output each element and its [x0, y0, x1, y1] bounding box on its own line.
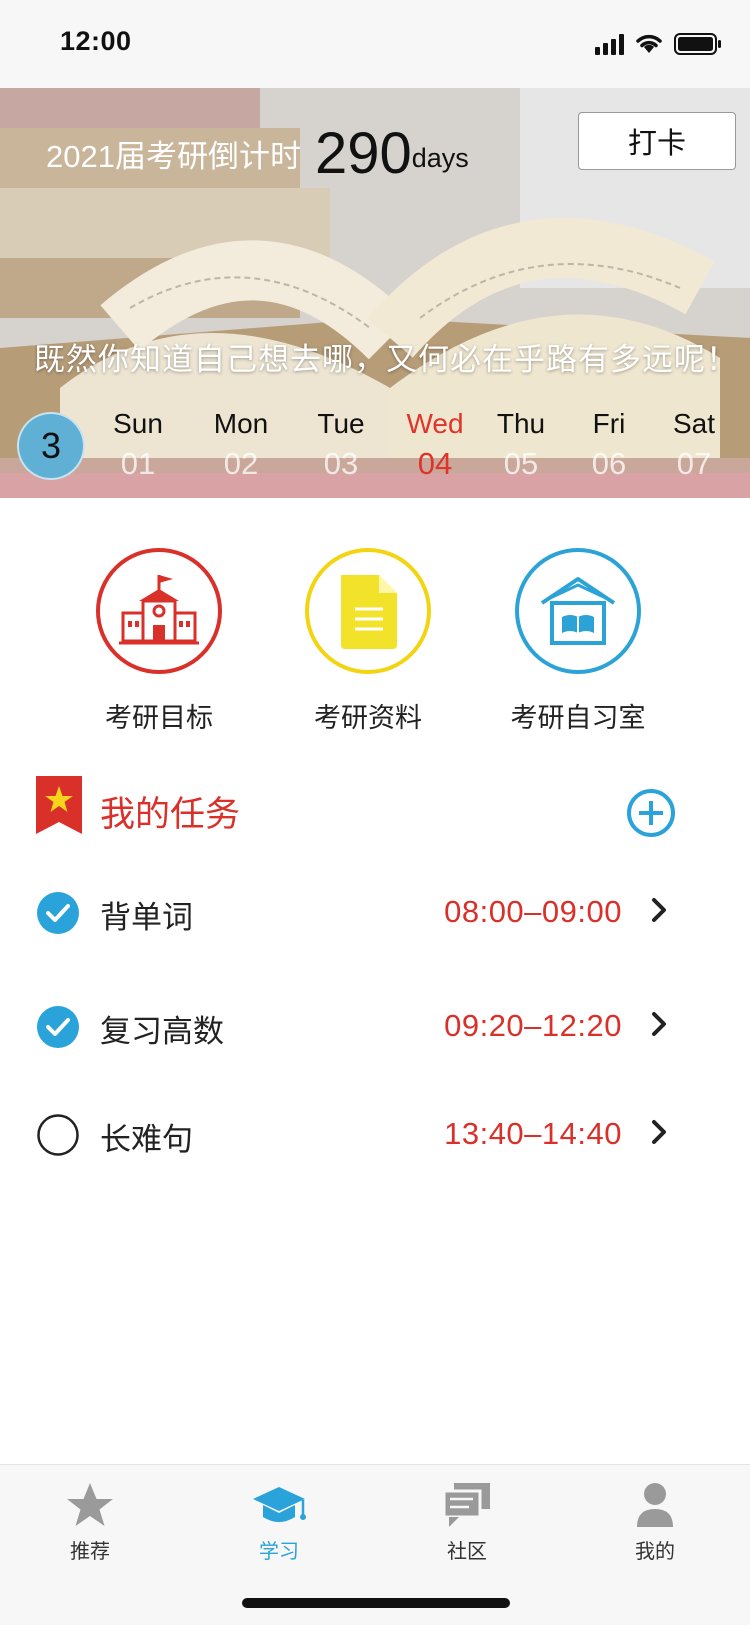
checked-icon[interactable] [37, 1006, 79, 1048]
cellular-signal-icon [595, 33, 624, 55]
home-indicator[interactable] [242, 1598, 510, 1608]
wifi-icon [636, 34, 662, 53]
week-number-badge: 3 [17, 412, 85, 480]
day-name: Fri [592, 408, 626, 439]
day-date: 03 [323, 446, 359, 481]
feature-materials[interactable]: 考研资料 [268, 548, 468, 735]
graduation-cap-icon [253, 1487, 306, 1522]
day-date: 07 [676, 446, 712, 481]
tab-recommend[interactable]: 推荐 [30, 1479, 150, 1564]
day-name: Tue [317, 408, 365, 439]
task-name: 背单词 [100, 900, 193, 936]
task-row[interactable]: 复习高数 09:20–12:20 [0, 988, 750, 1068]
feature-label: 考研目标 [105, 703, 213, 734]
day-thu[interactable]: Thu 05 [481, 408, 561, 482]
add-task-button[interactable] [626, 788, 676, 838]
feature-label: 考研自习室 [510, 703, 646, 734]
tab-label: 我的 [635, 1539, 675, 1563]
day-fri[interactable]: Fri 06 [569, 408, 649, 482]
motto-text: 既然你知道自己想去哪，又何必在乎路有多远呢！ [34, 342, 738, 378]
day-mon[interactable]: Mon 02 [201, 408, 281, 482]
day-name: Thu [496, 408, 546, 439]
tab-label: 社区 [447, 1539, 487, 1563]
feature-goal[interactable]: 考研目标 [59, 548, 259, 735]
tab-label: 推荐 [70, 1539, 110, 1563]
day-name: Wed [406, 408, 464, 439]
chevron-right-icon[interactable] [650, 1118, 668, 1146]
day-sun[interactable]: Sun 01 [98, 408, 178, 482]
status-time: 12:00 [60, 26, 132, 56]
tab-study[interactable]: 学习 [219, 1479, 339, 1564]
tab-mine[interactable]: 我的 [595, 1479, 715, 1564]
task-name: 复习高数 [100, 1014, 224, 1050]
day-wed[interactable]: Wed 04 [395, 408, 475, 482]
day-date: 04 [417, 446, 453, 481]
feature-study-room[interactable]: 考研自习室 [478, 548, 678, 735]
star-icon [67, 1483, 113, 1526]
study-room-icon [515, 548, 641, 674]
day-tue[interactable]: Tue 03 [301, 408, 381, 482]
school-icon [96, 548, 222, 674]
day-date: 06 [591, 446, 627, 481]
task-name: 长难句 [100, 1122, 193, 1158]
day-date: 02 [223, 446, 259, 481]
status-icons [595, 32, 722, 56]
person-icon [637, 1483, 673, 1527]
countdown: 2021届考研倒计时 290days [46, 120, 469, 187]
day-date: 05 [503, 446, 539, 481]
feature-label: 考研资料 [314, 703, 422, 734]
chevron-right-icon[interactable] [650, 896, 668, 924]
document-icon [305, 548, 431, 674]
task-time: 08:00–09:00 [444, 894, 622, 929]
checked-icon[interactable] [37, 892, 79, 934]
countdown-label: 2021届考研倒计时 [46, 139, 301, 174]
day-name: Sat [672, 408, 716, 439]
day-date: 01 [120, 446, 156, 481]
day-name: Sun [113, 408, 163, 439]
status-bar: 12:00 [0, 0, 750, 88]
checkin-button[interactable]: 打卡 [578, 112, 736, 170]
battery-icon [674, 33, 721, 55]
task-time: 13:40–14:40 [444, 1116, 622, 1151]
bookmark-star-icon [36, 776, 82, 834]
tab-label: 学习 [259, 1539, 299, 1563]
countdown-banner: 2021届考研倒计时 290days 打卡 既然你知道自己想去哪，又何必在乎路有多… [0, 88, 750, 498]
task-row[interactable]: 背单词 08:00–09:00 [0, 874, 750, 954]
day-sat[interactable]: Sat 07 [654, 408, 734, 482]
countdown-unit: days [411, 143, 469, 173]
countdown-value: 290 [314, 121, 412, 186]
tasks-title: 我的任务 [100, 795, 241, 835]
task-row[interactable]: 长难句 13:40–14:40 [0, 1096, 750, 1176]
day-name: Mon [213, 408, 269, 439]
task-time: 09:20–12:20 [444, 1008, 622, 1043]
chat-icon [442, 1483, 490, 1527]
unchecked-circle-icon[interactable] [37, 1114, 79, 1156]
chevron-right-icon[interactable] [650, 1010, 668, 1038]
tab-community[interactable]: 社区 [407, 1479, 527, 1564]
